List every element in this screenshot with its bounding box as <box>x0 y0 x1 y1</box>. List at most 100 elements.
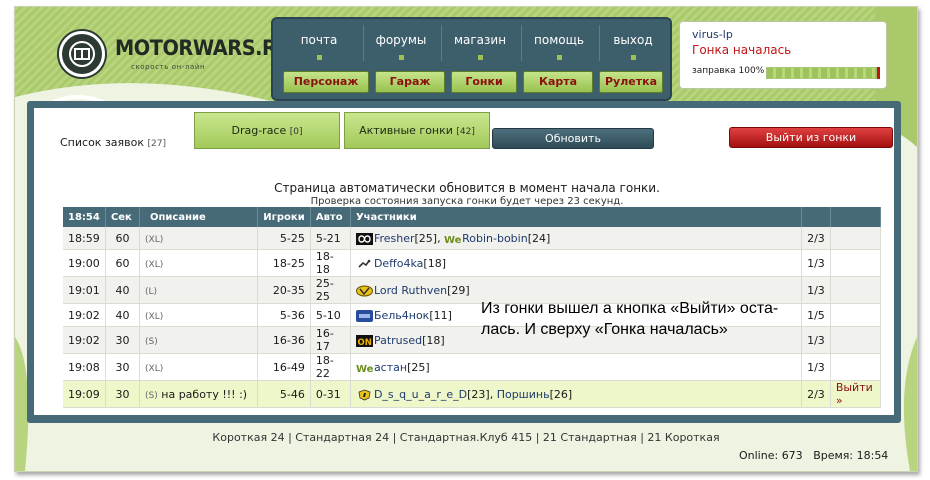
race-start-time: 19:01 <box>63 276 106 304</box>
column-header-auto: Авто <box>310 207 351 227</box>
race-players-range: 16-36 <box>257 326 311 354</box>
participant-name[interactable]: астан <box>374 361 407 374</box>
race-types-summary: Короткая 24 | Стандартная 24 | Стандартн… <box>212 431 720 444</box>
svg-text:We: We <box>356 364 373 374</box>
leave-race-link[interactable]: Выйти » <box>836 381 873 407</box>
tab-active-races[interactable]: Активные гонки [42] <box>344 112 490 149</box>
column-header-time: 18:54 <box>63 207 106 227</box>
participant-name[interactable]: Бель4нок <box>374 309 429 322</box>
nav-link-shop[interactable]: магазин <box>443 33 517 60</box>
column-header-description: Описание <box>139 207 259 227</box>
applications-list-tab[interactable]: Список заявок [27] <box>60 136 166 149</box>
race-auto-range: 16-17 <box>310 326 351 354</box>
fuel-progress-bar <box>766 67 880 79</box>
race-seconds: 30 <box>105 326 141 354</box>
user-status-box: virus-lp Гонка началась заправка 100% <box>679 21 887 89</box>
participant[interactable]: D_s_q_u_a_r_e_D [23] <box>356 388 490 401</box>
nav-link-forums[interactable]: форумы <box>365 33 437 60</box>
participant[interactable]: We Robin-bobin [24] <box>444 232 550 245</box>
race-start-time: 19:02 <box>63 303 106 327</box>
nav-button-character[interactable]: Персонаж <box>283 71 369 93</box>
nav-link-logout[interactable]: выход <box>601 33 665 60</box>
nav-button-roulette[interactable]: Рулетка <box>599 71 663 93</box>
participant-name[interactable]: Поршинь <box>497 388 550 401</box>
race-class: (L) <box>145 286 158 297</box>
race-action <box>830 227 882 250</box>
nav-button-garage[interactable]: Гараж <box>375 71 445 93</box>
race-description: (XL) <box>139 353 259 381</box>
table-header-row: 18:54 Сек Описание Игроки Авто Участники <box>63 207 882 227</box>
username-link[interactable]: virus-lp <box>692 28 733 41</box>
race-slots: 1/3 <box>801 249 831 277</box>
participant-name[interactable]: Robin-bobin <box>462 232 528 245</box>
race-seconds: 30 <box>105 353 141 381</box>
race-participants: We астан [25] <box>350 353 803 381</box>
race-start-time: 19:09 <box>63 380 106 408</box>
applications-list-label: Список заявок <box>60 136 145 149</box>
column-header-seconds: Сек <box>105 207 141 227</box>
participant-name[interactable]: Fresher <box>374 232 415 245</box>
top-navigation: почта форумы магазин помощь выход Персон… <box>271 17 672 101</box>
race-action <box>830 326 882 354</box>
race-start-time: 19:00 <box>63 249 106 277</box>
logo-subtitle: скорость он-лайн <box>131 63 206 71</box>
svg-text:ON: ON <box>357 338 371 347</box>
nav-link-mail[interactable]: почта <box>285 33 353 60</box>
participant-level: [25] <box>407 360 430 374</box>
participant-level: [23] <box>467 387 490 401</box>
participant[interactable]: Поршинь [26] <box>497 388 572 401</box>
refresh-button[interactable]: Обновить <box>492 128 654 149</box>
races-panel-content: Список заявок [27] Drag-race [0] Активны… <box>34 108 894 415</box>
auto-refresh-notice: Страница автоматически обновится в момен… <box>274 181 660 195</box>
annotation-line: лась. И сверху «Гонка началась» <box>481 321 728 338</box>
participant-name[interactable]: Deffo4ka <box>374 257 423 270</box>
race-class: (XL) <box>145 234 164 245</box>
race-class: (S) <box>145 336 158 347</box>
participant[interactable]: Fresher [25] <box>355 231 438 245</box>
race-players-range: 20-35 <box>257 276 311 304</box>
scorpion-clan-icon <box>356 257 374 270</box>
participant-name[interactable]: Patrused <box>374 334 422 347</box>
race-start-time: 19:02 <box>63 326 106 354</box>
nav-link-help[interactable]: помощь <box>523 33 595 60</box>
race-slots: 1/3 <box>801 353 831 381</box>
tab-drag-race[interactable]: Drag-race [0] <box>194 112 340 149</box>
column-header-slots <box>801 207 831 227</box>
server-time: 18:54 <box>856 449 889 462</box>
race-description: (XL) <box>139 303 259 327</box>
horse-clan-icon <box>356 388 374 401</box>
race-description: (XL) <box>139 227 259 250</box>
race-action: Выйти » <box>830 380 882 408</box>
race-seconds: 30 <box>105 380 141 408</box>
participant-level: [18] <box>423 256 446 270</box>
participant-name[interactable]: D_s_q_u_a_r_e_D <box>374 388 467 401</box>
race-auto-range: 0-31 <box>310 380 351 408</box>
svg-text:We: We <box>444 235 461 245</box>
footer-stats: Online: 673 Время: 18:54 <box>739 449 888 462</box>
annotation-line: Из гонки вышел а кнопка «Выйти» оста- <box>481 300 779 317</box>
online-count: 673 <box>781 449 803 462</box>
blue-car-clan-icon <box>355 309 374 322</box>
nav-button-map[interactable]: Карта <box>523 71 593 93</box>
race-row: 18:59 60 (XL) 5-25 5-21 Fresher [25], We Robin-… <box>63 227 882 250</box>
participant[interactable]: Lord Ruthven [29] <box>355 283 470 297</box>
exit-race-button[interactable]: Выйти из гонки <box>729 127 893 148</box>
participant-level: [25] <box>414 231 438 245</box>
race-auto-range: 18-22 <box>310 353 351 381</box>
participant[interactable]: Deffo4ka [18] <box>356 257 446 270</box>
site-logo[interactable]: MOTORWARS.RU скорость он-лайн <box>59 29 292 81</box>
tab-active-races-label: Активные гонки <box>359 124 453 137</box>
race-seconds: 40 <box>105 276 141 304</box>
participant[interactable]: We астан [25] <box>356 361 430 374</box>
races-panel: Список заявок [27] Drag-race [0] Активны… <box>27 101 901 423</box>
participant-level: [24] <box>527 231 551 245</box>
participant[interactable]: Бель4нок [11] <box>355 309 452 322</box>
participant-name[interactable]: Lord Ruthven <box>374 284 447 297</box>
participant-level: [29] <box>447 283 470 297</box>
participant[interactable]: ON Patrused [18] <box>355 333 445 347</box>
participant-level: [18] <box>422 333 445 347</box>
race-seconds: 60 <box>105 227 141 250</box>
nav-button-races[interactable]: Гонки <box>451 71 517 93</box>
time-label: Время: <box>813 449 854 462</box>
column-header-players: Игроки <box>257 207 311 227</box>
